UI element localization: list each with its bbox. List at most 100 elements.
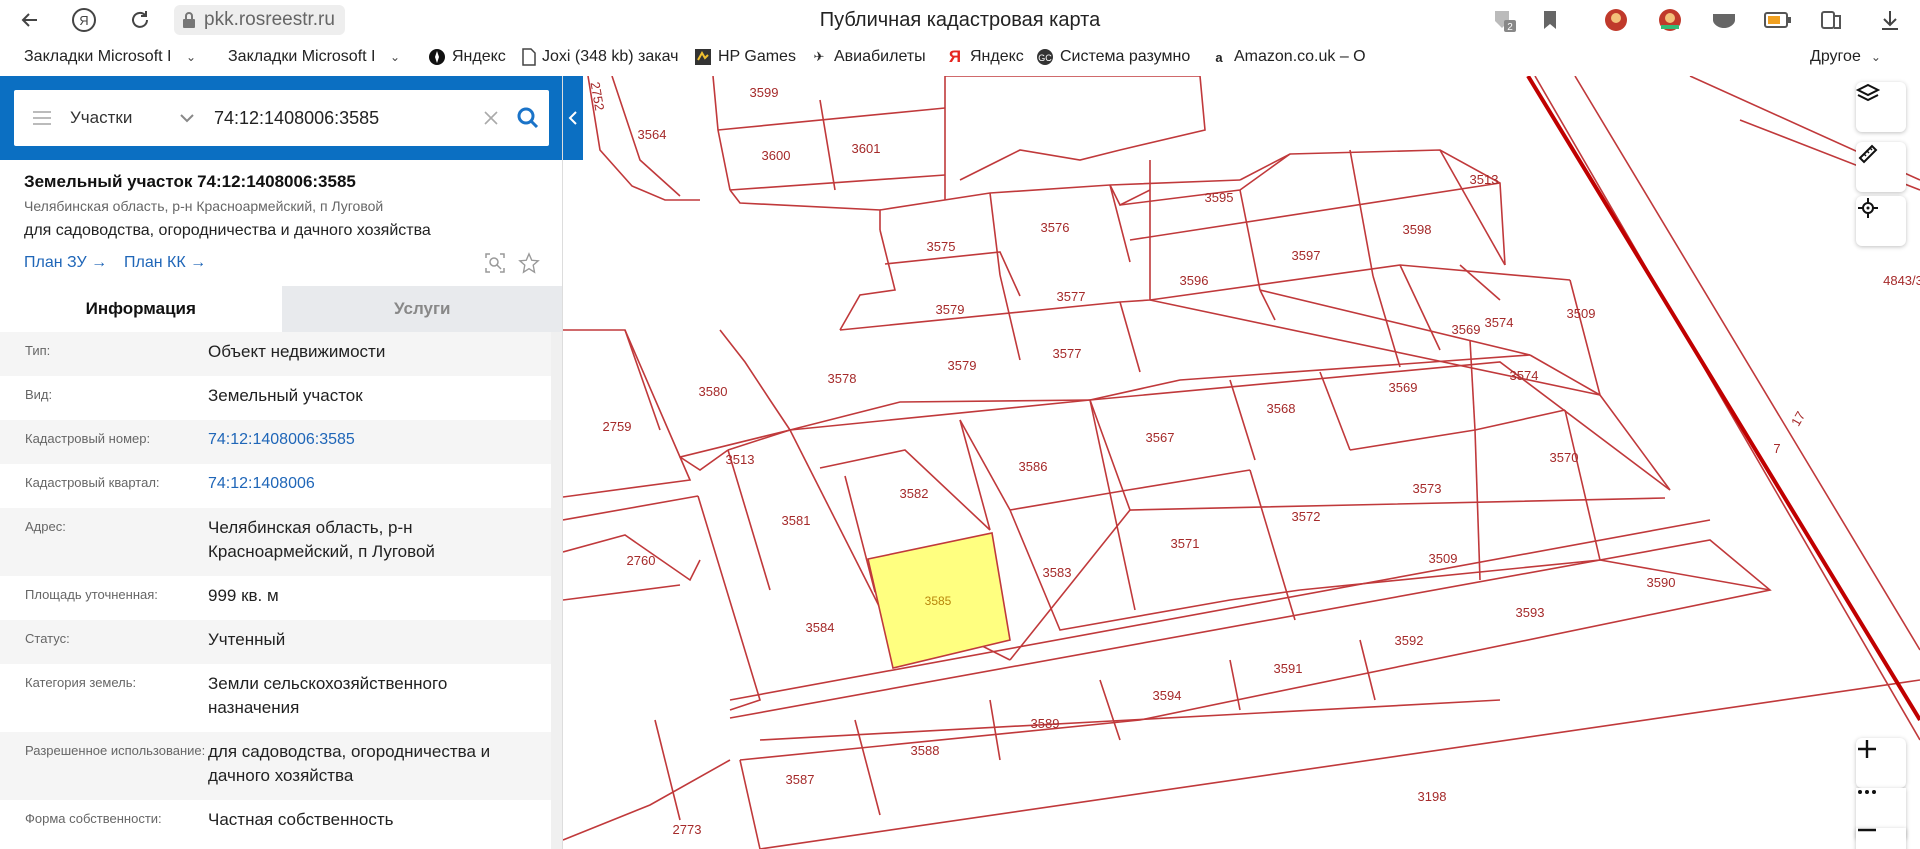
parcel-label: 3564 <box>638 127 667 142</box>
plan-kk-link[interactable]: План КК → <box>124 254 206 272</box>
other-bookmarks[interactable]: Другое ⌄ <box>1810 48 1881 66</box>
extension-4-button[interactable] <box>1764 7 1792 33</box>
category-select[interactable]: Участки <box>70 108 200 128</box>
parcel-label: 3599 <box>750 85 779 100</box>
collapse-panel-button[interactable] <box>563 76 583 160</box>
yandex-compass-icon <box>428 48 446 66</box>
parcel-label: 3594 <box>1153 688 1182 703</box>
bookmark-yandex-2[interactable]: Я Яндекс <box>946 48 1024 66</box>
zoom-to-object-button[interactable] <box>484 252 506 279</box>
bookmark-yandex[interactable]: Яндекс <box>428 48 506 66</box>
parcel-label: 3570 <box>1550 450 1579 465</box>
parcel-label: 3575 <box>927 239 956 254</box>
layers-icon <box>1856 83 1880 102</box>
plan-zu-label: План ЗУ <box>24 254 87 271</box>
layers-button[interactable] <box>1856 82 1906 132</box>
extension-avatar-icon <box>1659 9 1681 31</box>
search-icon <box>517 107 539 129</box>
tab-services[interactable]: Услуги <box>281 286 562 332</box>
parcel-label: 3574 <box>1510 368 1539 383</box>
parcel-label: 3592 <box>1395 633 1424 648</box>
airplane-icon: ✈ <box>813 49 825 64</box>
parcel-label: 3567 <box>1146 430 1175 445</box>
bookmark-folder-1[interactable]: Закладки Microsoft I ⌄ <box>24 48 206 66</box>
extension-3-button[interactable] <box>1710 7 1738 33</box>
map-canvas[interactable]: 3599 3600 3601 3564 2752 3595 3513 3576 … <box>563 76 1920 849</box>
bookmark-folder-2[interactable]: Закладки Microsoft I ⌄ <box>228 48 410 66</box>
bookmark-hp-games[interactable]: HP Games <box>694 48 796 66</box>
gc-logo-icon: GC <box>1036 48 1054 66</box>
parcel-label: 3573 <box>1413 481 1442 496</box>
back-arrow-icon <box>21 13 37 27</box>
panel-tabs: Информация Услуги <box>0 286 562 332</box>
parcel-label: 3585 <box>925 594 952 608</box>
tab-info[interactable]: Информация <box>0 286 282 332</box>
reload-button[interactable] <box>126 6 154 34</box>
info-label: Разрешенное использование: <box>25 743 206 758</box>
info-row: Форма собственности: Частная собственнос… <box>0 800 551 844</box>
extension-1-button[interactable] <box>1602 7 1630 33</box>
cadastral-quarter-link[interactable]: 74:12:1408006 <box>208 472 538 500</box>
search-input[interactable]: 74:12:1408006:3585 <box>200 108 475 129</box>
back-button[interactable] <box>16 6 44 34</box>
plan-kk-label: План КК <box>124 254 186 271</box>
svg-text:GC: GC <box>1038 53 1052 63</box>
extensions-button[interactable]: 2 <box>1490 7 1518 33</box>
zoom-out-button[interactable] <box>1856 828 1906 849</box>
favorite-button[interactable] <box>518 252 540 279</box>
plan-zu-link[interactable]: План ЗУ → <box>24 254 107 272</box>
app-root: Я pkk.rosreestr.ru Публичная кадастровая… <box>0 0 1920 849</box>
bookmark-icon <box>1544 11 1556 29</box>
chevron-down-icon: ⌄ <box>390 50 401 64</box>
bookmark-label: HP Games <box>718 48 796 65</box>
search-button[interactable] <box>507 90 549 146</box>
search-bar: Участки 74:12:1408006:3585 <box>0 76 562 160</box>
close-icon <box>484 111 498 125</box>
bookmark-label: Авиабилеты <box>834 48 926 65</box>
ruler-button[interactable] <box>1856 142 1906 192</box>
yandex-button[interactable]: Я <box>70 6 98 34</box>
clear-search-button[interactable] <box>475 90 507 146</box>
cadastral-map[interactable]: 3599 3600 3601 3564 2752 3595 3513 3576 … <box>563 76 1920 849</box>
info-value: Частная собственность <box>208 810 394 829</box>
bookmark-button[interactable] <box>1536 7 1564 33</box>
info-row: Вид: Земельный участок <box>0 376 551 420</box>
extension-5-button[interactable] <box>1818 7 1846 33</box>
panel-scrollbar[interactable] <box>551 332 562 849</box>
chevron-down-icon: ⌄ <box>186 50 197 64</box>
bookmark-label: Система разумно <box>1060 48 1191 65</box>
zoom-in-button[interactable] <box>1856 738 1906 788</box>
search-box: Участки 74:12:1408006:3585 <box>14 90 549 146</box>
info-row: Разрешенное использование: для садоводст… <box>0 732 551 800</box>
locate-button[interactable] <box>1856 196 1906 246</box>
info-label: Статус: <box>25 631 70 646</box>
parcel-label: 3568 <box>1267 401 1296 416</box>
arrow-right-icon: → <box>190 254 207 271</box>
menu-button[interactable] <box>14 90 70 146</box>
bookmark-label: Закладки Microsoft I <box>24 48 172 65</box>
bookmark-avia[interactable]: ✈ Авиабилеты <box>810 48 926 66</box>
bookmark-sistema[interactable]: GC Система разумно <box>1036 48 1196 66</box>
info-label: Категория земель: <box>25 675 137 690</box>
parcel-label: 3509 <box>1429 551 1458 566</box>
extension-2-button[interactable] <box>1656 7 1684 33</box>
parcel-label: 17 <box>1788 409 1808 429</box>
crosshair-icon <box>1858 198 1878 218</box>
cadastral-number-link[interactable]: 74:12:1408006:3585 <box>208 428 538 456</box>
plus-icon <box>1858 740 1876 758</box>
battery-icon <box>1764 12 1791 28</box>
downloads-button[interactable] <box>1876 7 1904 33</box>
zoom-to-object-icon <box>485 253 505 273</box>
bookmarks-bar: Закладки Microsoft I ⌄ Закладки Microsof… <box>0 40 1920 76</box>
bookmark-joxi[interactable]: Joxi (348 kb) закач <box>522 48 678 66</box>
parcel-label: 2773 <box>673 822 702 837</box>
extension-shield-icon <box>1713 14 1735 28</box>
address-bar[interactable]: pkk.rosreestr.ru <box>174 5 345 35</box>
bookmark-label: Amazon.co.uk – O <box>1234 48 1366 65</box>
yandex-icon: Я <box>72 8 96 32</box>
info-row: Статус: Учтенный <box>0 620 551 664</box>
yandex-y-icon: Я <box>948 48 962 66</box>
bookmark-label: Яндекс <box>970 48 1024 65</box>
info-row: Адрес: Челябинская область, р-н Красноар… <box>0 508 551 576</box>
bookmark-amazon[interactable]: a Amazon.co.uk – O <box>1210 48 1370 66</box>
